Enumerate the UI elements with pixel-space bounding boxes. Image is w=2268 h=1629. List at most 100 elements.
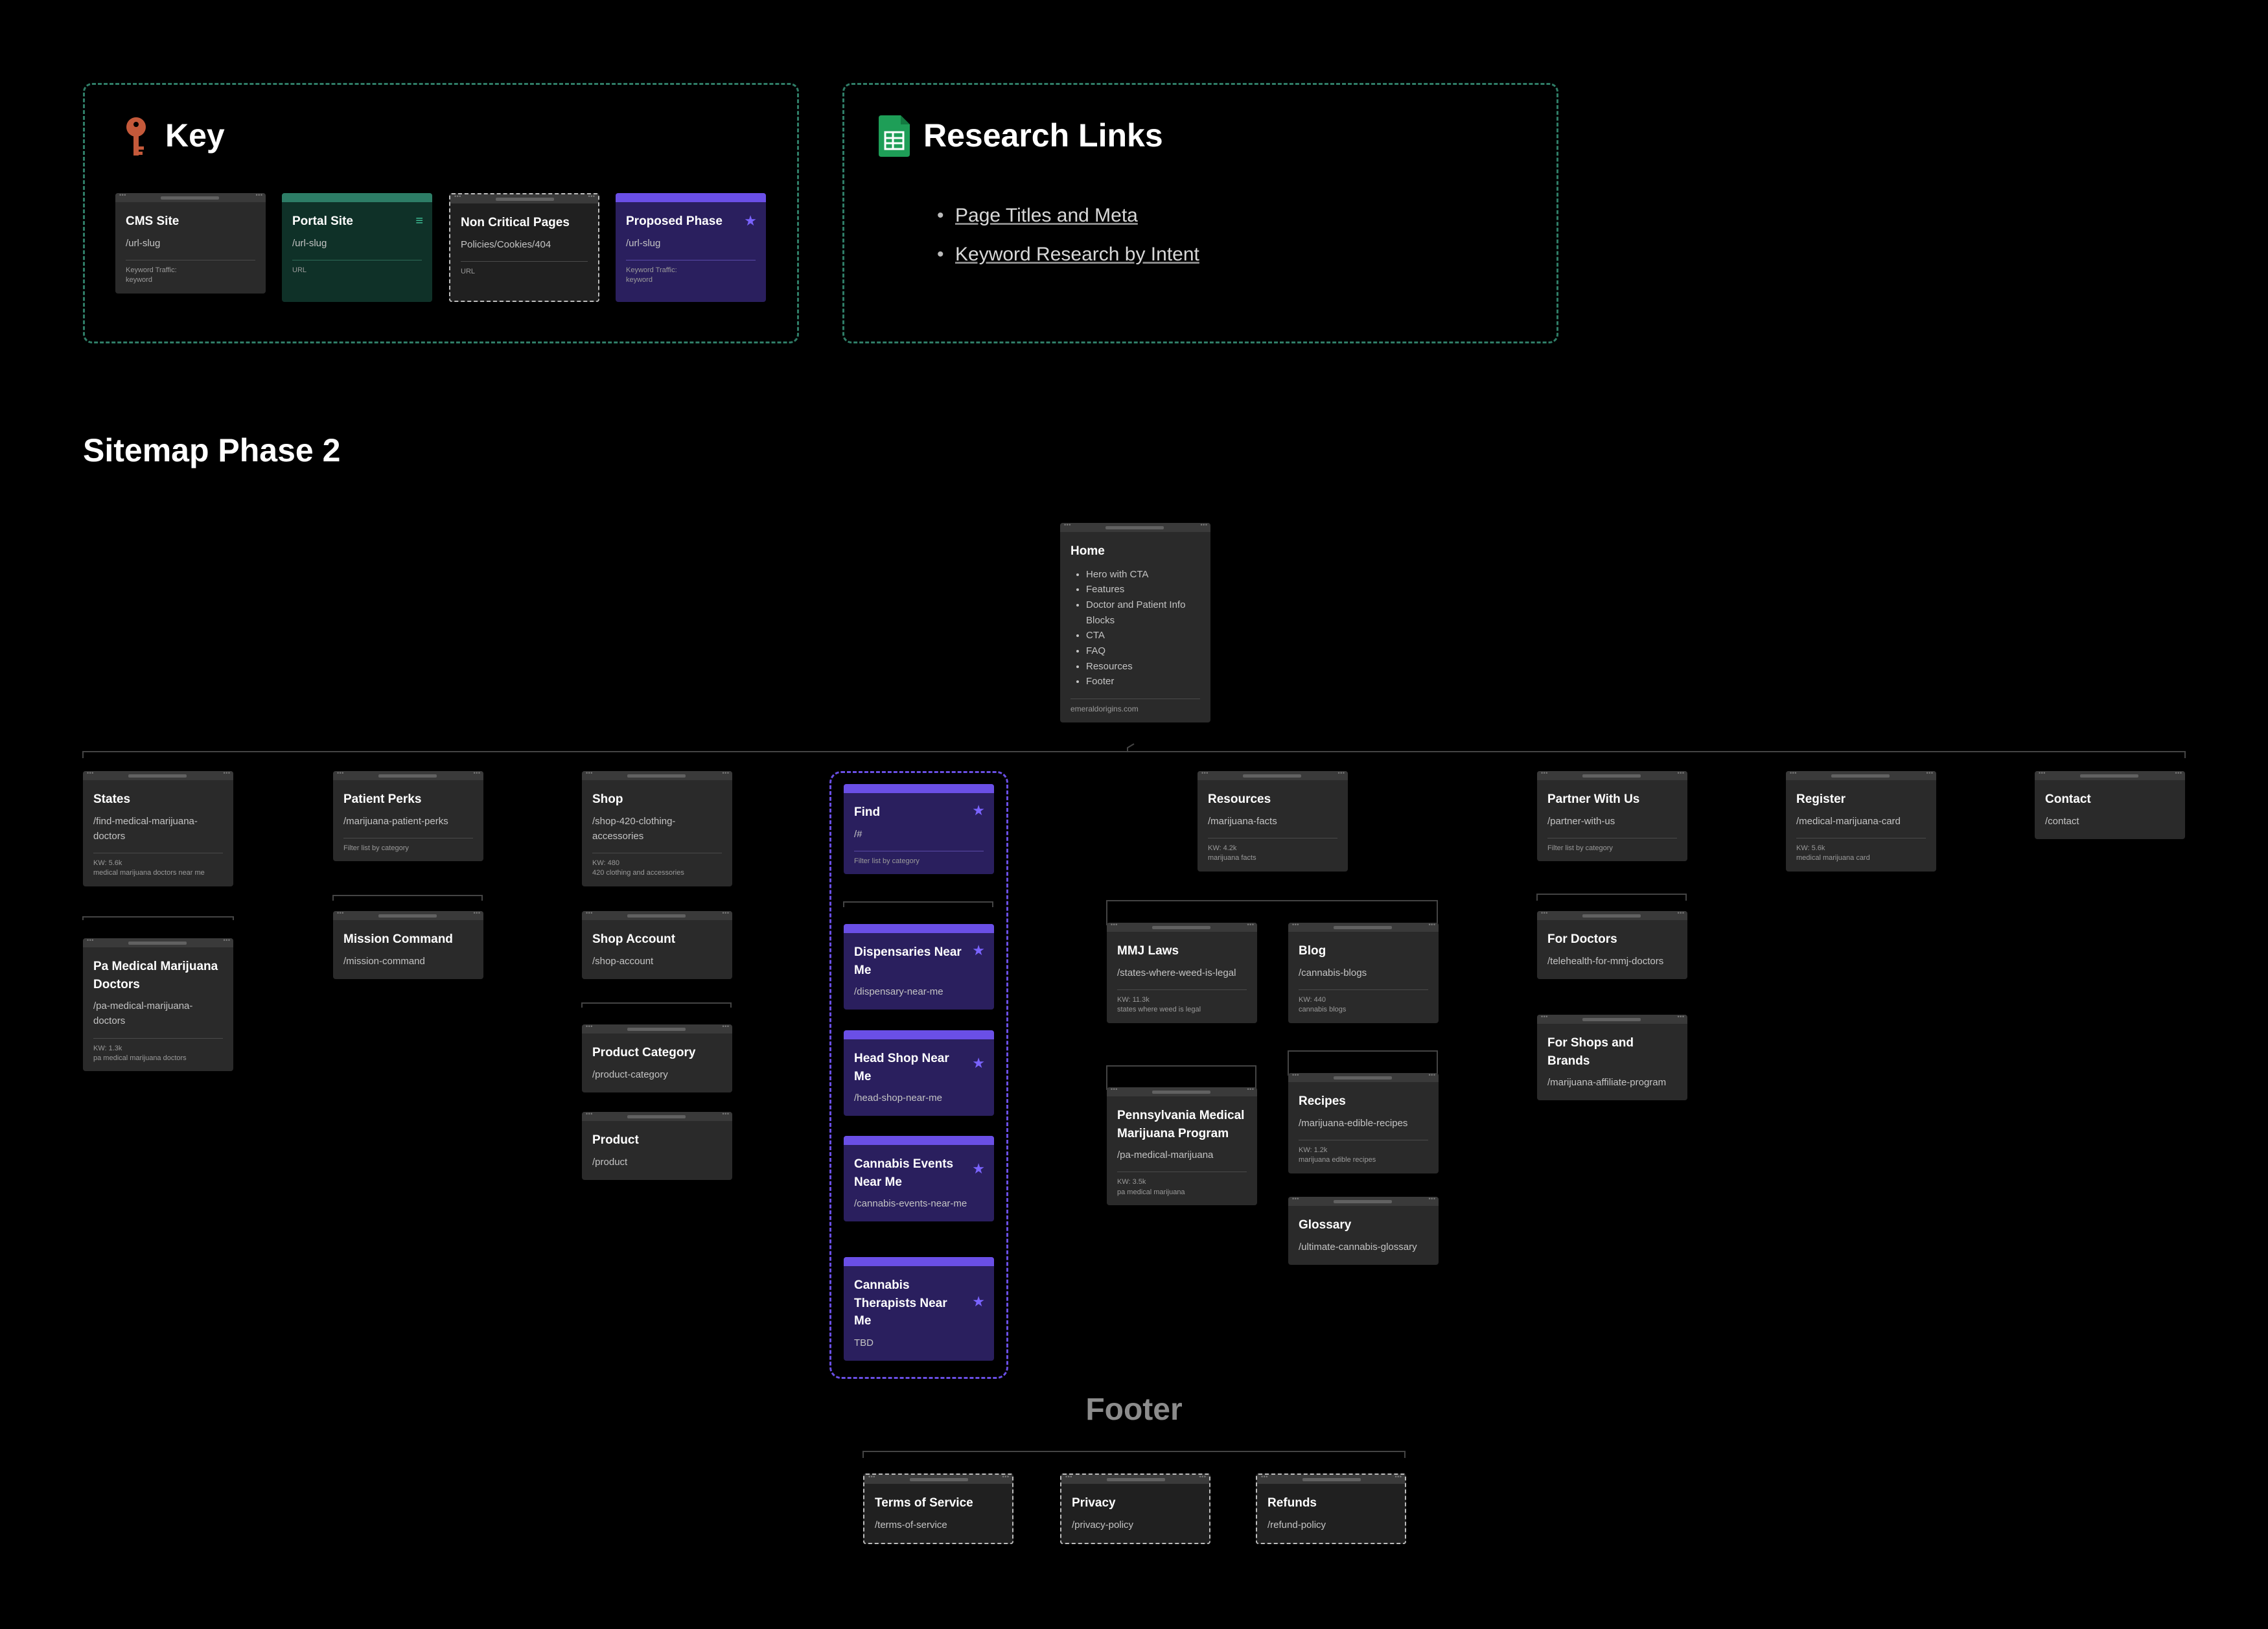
mission-command-title: Mission Command — [343, 932, 453, 946]
shop-account-title: Shop Account — [592, 932, 676, 946]
resources-kw: KW: 4.2k marijuana facts — [1208, 837, 1337, 872]
privacy-title: Privacy — [1072, 1496, 1116, 1510]
kw-term: cannabis blogs — [1299, 1006, 1347, 1014]
refunds-url: /refund-policy — [1267, 1519, 1326, 1531]
footer-title: Footer — [1085, 1392, 1183, 1427]
dispensaries-title: Dispensaries Near Me — [854, 945, 962, 977]
register-kw: KW: 5.6k medical marijuana card — [1796, 837, 1926, 872]
for-shops-title: For Shops and Brands — [1547, 1036, 1634, 1068]
for-doctors-url: /telehealth-for-mmj-doctors — [1547, 955, 1664, 967]
dispensaries-card[interactable]: ★ Dispensaries Near Me /dispensary-near-… — [844, 924, 994, 1010]
home-card[interactable]: • • • Home Hero with CTA Features Doctor… — [1060, 523, 1210, 723]
cannabis-events-card[interactable]: ★ Cannabis Events Near Me /cannabis-even… — [844, 1136, 994, 1222]
kw-volume: KW: 1.2k — [1299, 1146, 1328, 1154]
shop-account-card[interactable]: • • • Shop Account /shop-account — [582, 911, 732, 979]
patient-perks-card[interactable]: • • • Patient Perks /marijuana-patient-p… — [333, 771, 483, 862]
kw-volume: KW: 480 — [592, 859, 619, 868]
pa-program-card[interactable]: • • • Pennsylvania Medical Marijuana Pro… — [1107, 1087, 1257, 1206]
product-category-title: Product Category — [592, 1046, 696, 1059]
home-domain: emeraldorigins.com — [1070, 699, 1200, 722]
resources-url: /marijuana-facts — [1208, 815, 1277, 827]
shop-kw: KW: 480 420 clothing and accessories — [592, 853, 722, 886]
head-shop-title: Head Shop Near Me — [854, 1052, 949, 1083]
patient-perks-title: Patient Perks — [343, 792, 422, 806]
mmj-laws-url: /states-where-weed-is-legal — [1117, 967, 1236, 978]
head-shop-url: /head-shop-near-me — [854, 1092, 942, 1104]
contact-title: Contact — [2045, 792, 2091, 806]
pa-doctors-kw: KW: 1.3k pa medical marijuana doctors — [93, 1037, 223, 1072]
kw-term: pa medical marijuana doctors — [93, 1054, 187, 1062]
blog-kw: KW: 440 cannabis blogs — [1299, 989, 1428, 1023]
partner-note: Filter list by category — [1547, 837, 1677, 861]
cannabis-therapists-card[interactable]: ★ Cannabis Therapists Near Me TBD — [844, 1257, 994, 1361]
pa-program-title: Pennsylvania Medical Marijuana Program — [1117, 1109, 1245, 1140]
product-url: /product — [592, 1156, 628, 1168]
refunds-title: Refunds — [1267, 1496, 1317, 1510]
kw-term: marijuana edible recipes — [1299, 1156, 1376, 1164]
cannabis-therapists-title: Cannabis Therapists Near Me — [854, 1278, 947, 1328]
resources-title: Resources — [1208, 792, 1271, 806]
contact-url: /contact — [2045, 815, 2079, 827]
states-url: /find-medical-marijuana-doctors — [93, 815, 198, 842]
find-card[interactable]: ★ Find /# Filter list by category — [844, 784, 994, 875]
privacy-card[interactable]: • • • Privacy /privacy-policy — [1060, 1473, 1210, 1544]
partner-url: /partner-with-us — [1547, 815, 1615, 827]
blog-url: /cannabis-blogs — [1299, 967, 1367, 978]
kw-volume: KW: 5.6k — [1796, 844, 1825, 852]
list-item: Hero with CTA — [1086, 567, 1200, 583]
shop-url: /shop-420-clothing-accessories — [592, 815, 676, 842]
find-note: Filter list by category — [854, 850, 984, 874]
blog-title: Blog — [1299, 944, 1326, 958]
register-title: Register — [1796, 792, 1846, 806]
product-category-url: /product-category — [592, 1069, 668, 1080]
list-item: FAQ — [1086, 643, 1200, 659]
mmj-laws-title: MMJ Laws — [1117, 944, 1179, 958]
head-shop-card[interactable]: ★ Head Shop Near Me /head-shop-near-me — [844, 1030, 994, 1116]
product-title: Product — [592, 1133, 639, 1147]
cannabis-therapists-url: TBD — [854, 1337, 874, 1348]
terms-card[interactable]: • • • Terms of Service /terms-of-service — [863, 1473, 1013, 1544]
recipes-url: /marijuana-edible-recipes — [1299, 1117, 1408, 1129]
contact-card[interactable]: • • • Contact /contact — [2035, 771, 2185, 839]
for-shops-card[interactable]: • • • For Shops and Brands /marijuana-af… — [1537, 1015, 1687, 1101]
refunds-card[interactable]: • • • Refunds /refund-policy — [1256, 1473, 1406, 1544]
shop-title: Shop — [592, 792, 623, 806]
recipes-card[interactable]: • • • Recipes /marijuana-edible-recipes … — [1288, 1073, 1439, 1173]
mission-command-url: /mission-command — [343, 955, 425, 967]
pa-program-url: /pa-medical-marijuana — [1117, 1150, 1214, 1161]
cannabis-events-url: /cannabis-events-near-me — [854, 1198, 967, 1210]
mmj-laws-card[interactable]: • • • MMJ Laws /states-where-weed-is-leg… — [1107, 923, 1257, 1023]
star-icon: ★ — [972, 942, 985, 958]
star-icon: ★ — [972, 1055, 985, 1071]
glossary-title: Glossary — [1299, 1218, 1352, 1232]
states-title: States — [93, 792, 131, 806]
states-card[interactable]: • • • States /find-medical-marijuana-doc… — [83, 771, 233, 886]
for-shops-url: /marijuana-affiliate-program — [1547, 1077, 1667, 1089]
kw-volume: KW: 3.5k — [1117, 1178, 1146, 1186]
kw-term: pa medical marijuana — [1117, 1188, 1185, 1196]
blog-card[interactable]: • • • Blog /cannabis-blogs KW: 440cannab… — [1288, 923, 1439, 1023]
resources-card[interactable]: • • • Resources /marijuana-facts KW: 4.2… — [1198, 771, 1348, 872]
find-title: Find — [854, 805, 881, 819]
cannabis-events-title: Cannabis Events Near Me — [854, 1157, 954, 1189]
shop-account-url: /shop-account — [592, 955, 654, 967]
glossary-card[interactable]: • • • Glossary /ultimate-cannabis-glossa… — [1288, 1197, 1439, 1265]
shop-card[interactable]: • • • Shop /shop-420-clothing-accessorie… — [582, 771, 732, 886]
patient-perks-url: /marijuana-patient-perks — [343, 815, 448, 827]
register-card[interactable]: • • • Register /medical-marijuana-card K… — [1786, 771, 1936, 872]
list-item: Footer — [1086, 674, 1200, 689]
terms-url: /terms-of-service — [875, 1519, 947, 1531]
home-sections-list: Hero with CTA Features Doctor and Patien… — [1060, 567, 1210, 690]
kw-term: states where weed is legal — [1117, 1006, 1201, 1014]
pa-doctors-card[interactable]: • • • Pa Medical Marijuana Doctors /pa-m… — [83, 938, 233, 1072]
recipes-title: Recipes — [1299, 1094, 1346, 1108]
terms-title: Terms of Service — [875, 1496, 973, 1510]
mission-command-card[interactable]: • • • Mission Command /mission-command — [333, 911, 483, 979]
pa-program-kw: KW: 3.5k pa medical marijuana — [1117, 1172, 1247, 1205]
kw-volume: KW: 11.3k — [1117, 995, 1150, 1004]
partner-card[interactable]: • • • Partner With Us /partner-with-us F… — [1537, 771, 1687, 862]
product-category-card[interactable]: • • • Product Category /product-category — [582, 1024, 732, 1092]
glossary-url: /ultimate-cannabis-glossary — [1299, 1241, 1417, 1253]
for-doctors-card[interactable]: • • • For Doctors /telehealth-for-mmj-do… — [1537, 911, 1687, 979]
product-card[interactable]: • • • Product /product — [582, 1112, 732, 1180]
